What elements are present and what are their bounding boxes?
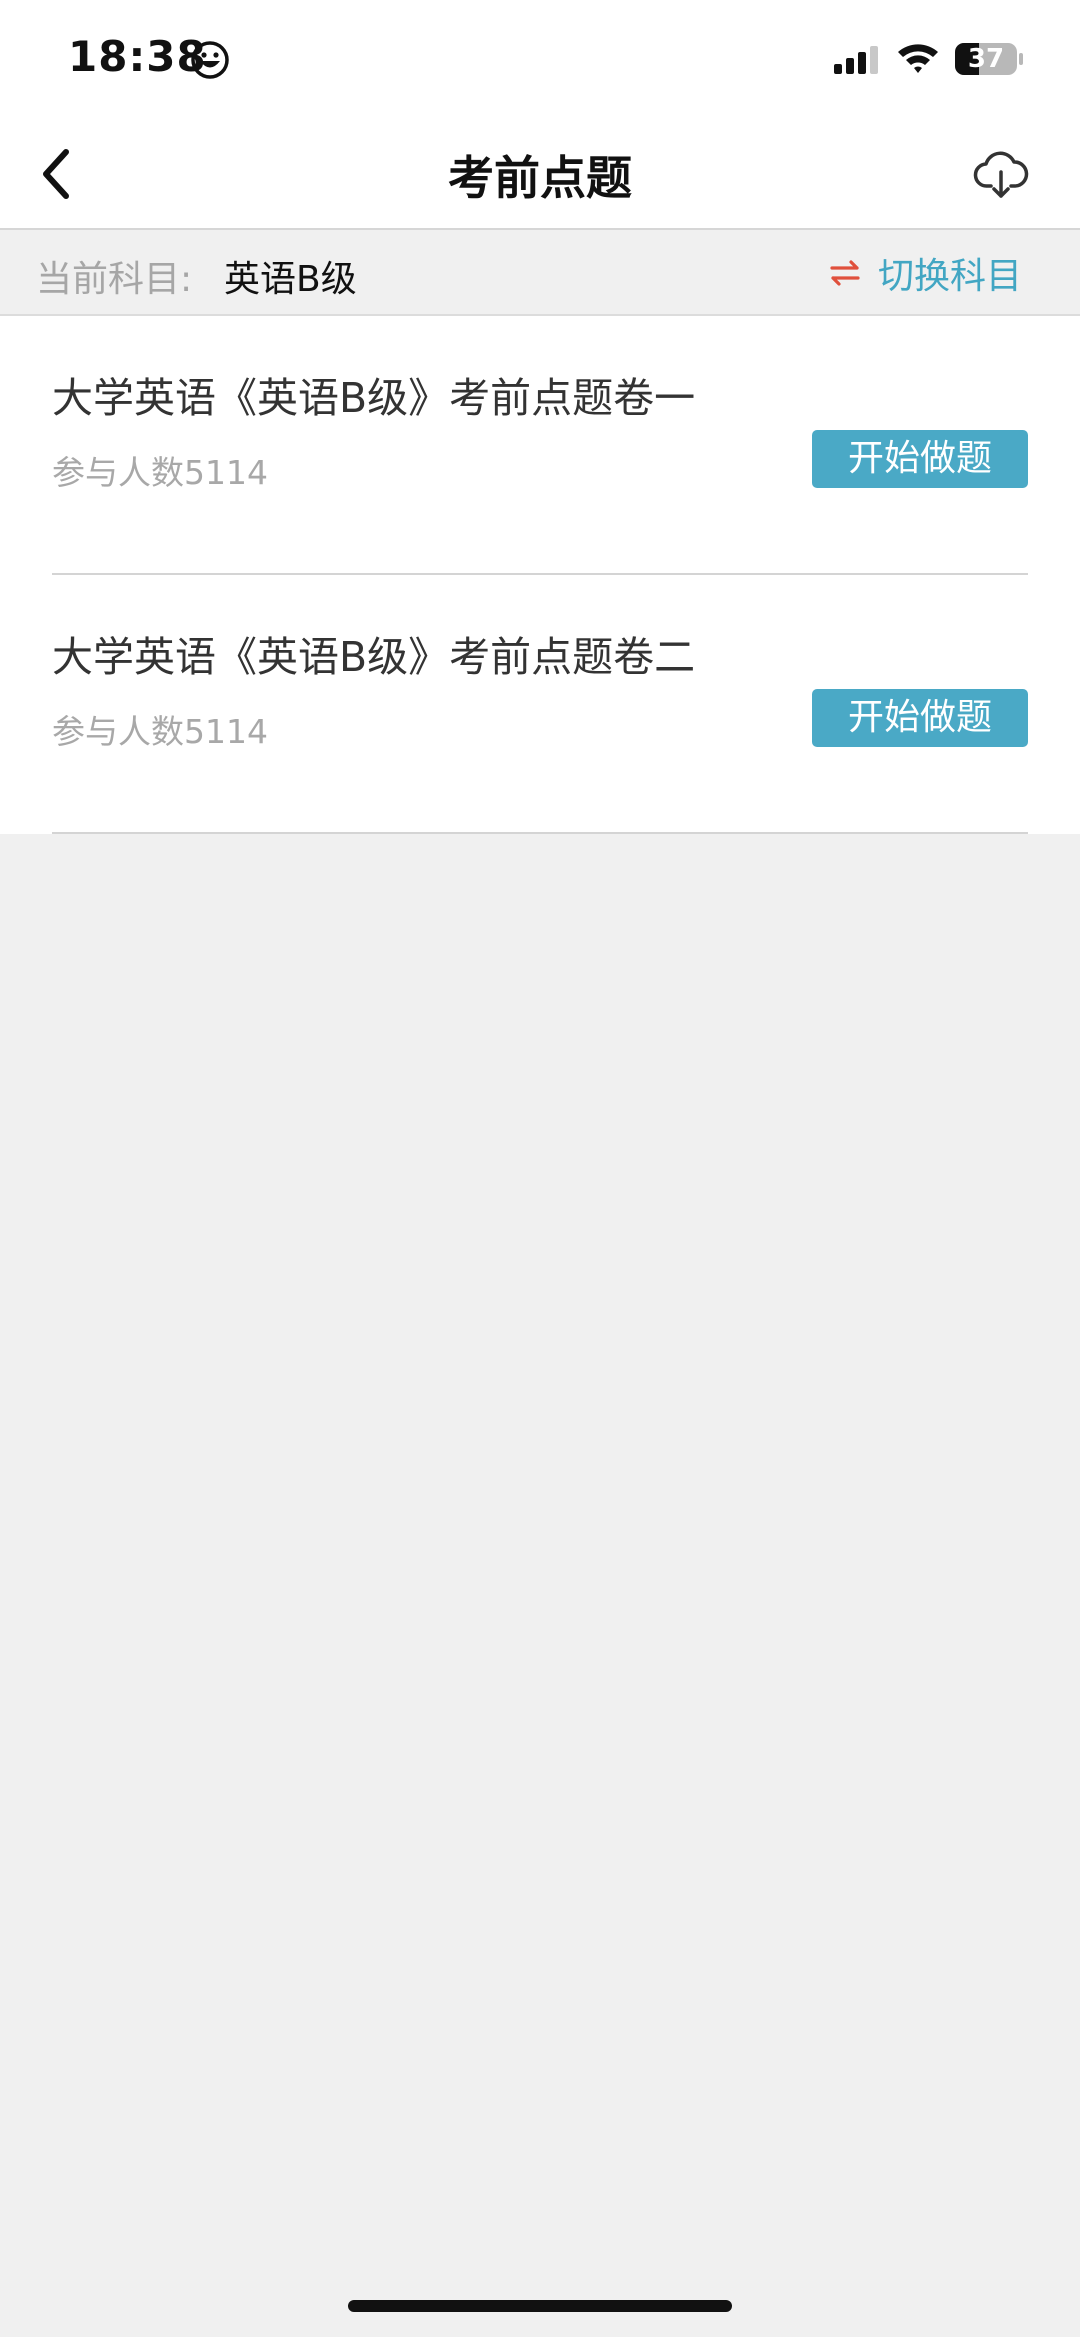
status-time: 18:38 [68,32,207,81]
download-button[interactable] [966,140,1036,210]
battery-level: 37 [967,44,1005,74]
wifi-icon [898,44,938,73]
paper-title: 大学英语《英语B级》考前点题卷一 [52,374,696,422]
paper-title: 大学英语《英语B级》考前点题卷二 [52,633,696,681]
participant-count: 参与人数5114 [52,712,268,751]
list-item: 大学英语《英语B级》考前点题卷二 参与人数5114 开始做题 [52,575,1028,834]
cloud-download-icon [973,151,1029,198]
list-item: 大学英语《英语B级》考前点题卷一 参与人数5114 开始做题 [52,316,1028,575]
start-practice-button[interactable]: 开始做题 [812,430,1028,488]
swap-arrows-icon [830,260,860,286]
participant-count: 参与人数5114 [52,453,268,492]
switch-subject-label: 切换科目 [878,256,1023,297]
current-subject-label: 当前科目: [36,259,193,300]
status-bar: 18:38 37 [0,0,1080,118]
subject-bar: 当前科目: 英语B级 切换科目 [0,230,1080,316]
navigation-bar: 考前点题 [0,118,1080,230]
start-practice-button[interactable]: 开始做题 [812,689,1028,747]
home-indicator[interactable] [348,2300,732,2312]
cellular-signal-icon [834,46,878,74]
switch-subject-button[interactable]: 切换科目 [830,248,1022,298]
paper-list: 大学英语《英语B级》考前点题卷一 参与人数5114 开始做题 大学英语《英语B级… [0,316,1080,834]
page-title: 考前点题 [448,151,632,205]
smiley-icon [191,41,229,79]
current-subject-value: 英语B级 [224,259,357,300]
battery-icon: 37 [954,40,1024,78]
